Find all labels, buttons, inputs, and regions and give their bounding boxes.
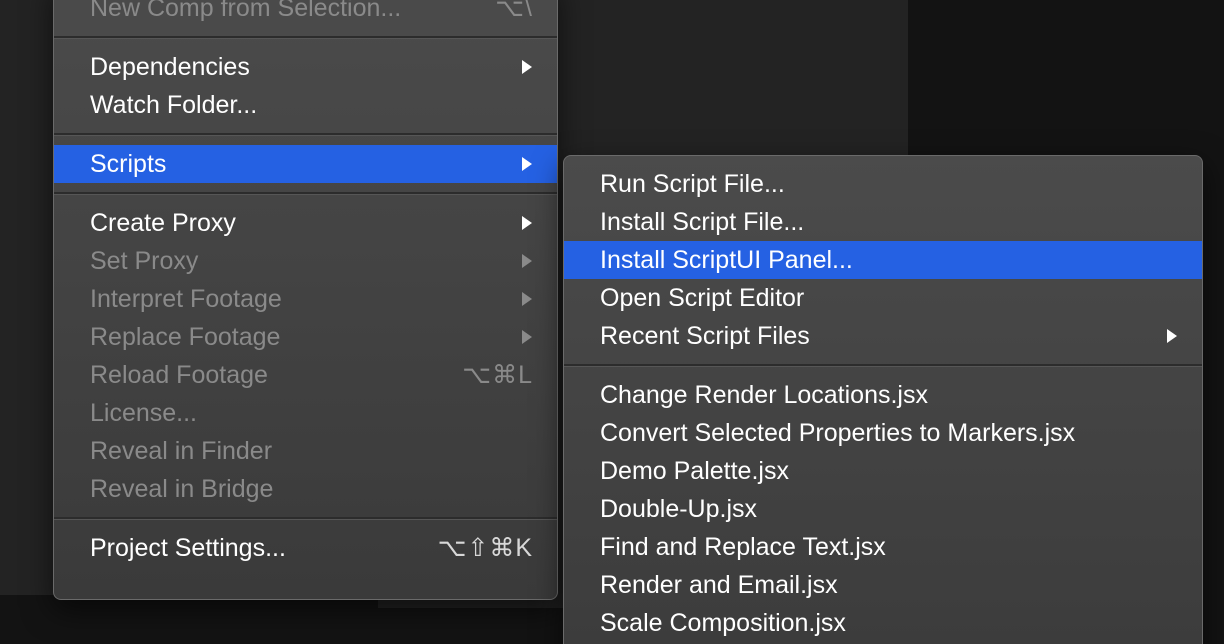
- submenu-item-double-up[interactable]: Double-Up.jsx: [564, 490, 1202, 528]
- submenu-item-convert-selected-properties[interactable]: Convert Selected Properties to Markers.j…: [564, 414, 1202, 452]
- menu-item-label: Reveal in Finder: [90, 437, 533, 466]
- submenu-arrow-icon: [519, 59, 533, 75]
- menu-item-label: Dependencies: [90, 53, 519, 82]
- menu-item-label: Replace Footage: [90, 323, 519, 352]
- menu-item-label: Reload Footage: [90, 361, 462, 390]
- menu-separator: [54, 192, 557, 195]
- menu-item-label: Interpret Footage: [90, 285, 519, 314]
- menu-item-shortcut: ⌥⇧⌘K: [438, 533, 533, 563]
- menu-item-license: License...: [54, 394, 557, 432]
- menu-item-label: Install Script File...: [600, 208, 1178, 237]
- menu-item-reload-footage: Reload Footage ⌥⌘L: [54, 356, 557, 394]
- menu-item-shortcut: ⌥⌘L: [462, 360, 533, 390]
- submenu-item-render-and-email[interactable]: Render and Email.jsx: [564, 566, 1202, 604]
- scripts-submenu[interactable]: Run Script File... Install Script File..…: [563, 155, 1203, 644]
- menu-item-label: Run Script File...: [600, 170, 1178, 199]
- file-menu[interactable]: New Comp from Selection... ⌥\ Dependenci…: [53, 0, 558, 600]
- menu-item-label: Create Proxy: [90, 209, 519, 238]
- menu-item-label: Set Proxy: [90, 247, 519, 276]
- menu-separator: [54, 36, 557, 39]
- submenu-item-change-render-locations[interactable]: Change Render Locations.jsx: [564, 376, 1202, 414]
- submenu-item-run-script-file[interactable]: Run Script File...: [564, 165, 1202, 203]
- menu-item-project-settings[interactable]: Project Settings... ⌥⇧⌘K: [54, 529, 557, 567]
- menu-item-label: Scripts: [90, 150, 519, 179]
- menu-item-label: Recent Script Files: [600, 322, 1164, 351]
- menu-item-set-proxy: Set Proxy: [54, 242, 557, 280]
- submenu-arrow-icon: [519, 215, 533, 231]
- menu-item-label: Demo Palette.jsx: [600, 457, 1178, 486]
- menu-item-shortcut: ⌥\: [495, 0, 533, 23]
- menu-separator: [54, 517, 557, 520]
- menu-item-label: Find and Replace Text.jsx: [600, 533, 1178, 562]
- menu-item-label: Watch Folder...: [90, 91, 533, 120]
- menu-item-dependencies[interactable]: Dependencies: [54, 48, 557, 86]
- submenu-item-scale-composition[interactable]: Scale Composition.jsx: [564, 604, 1202, 642]
- submenu-item-open-script-editor[interactable]: Open Script Editor: [564, 279, 1202, 317]
- submenu-arrow-icon: [519, 156, 533, 172]
- menu-separator: [564, 364, 1202, 367]
- menu-item-reveal-in-finder: Reveal in Finder: [54, 432, 557, 470]
- submenu-arrow-icon: [519, 329, 533, 345]
- menu-item-label: Project Settings...: [90, 534, 438, 563]
- menu-item-scripts[interactable]: Scripts: [54, 145, 557, 183]
- menu-item-label: Open Script Editor: [600, 284, 1178, 313]
- menu-item-new-comp-from-selection: New Comp from Selection... ⌥\: [54, 0, 557, 27]
- menu-item-label: License...: [90, 399, 533, 428]
- submenu-arrow-icon: [519, 291, 533, 307]
- submenu-item-find-and-replace-text[interactable]: Find and Replace Text.jsx: [564, 528, 1202, 566]
- menu-item-label: Install ScriptUI Panel...: [600, 246, 1178, 275]
- menu-item-label: Double-Up.jsx: [600, 495, 1178, 524]
- menu-item-create-proxy[interactable]: Create Proxy: [54, 204, 557, 242]
- menu-item-label: New Comp from Selection...: [90, 0, 495, 23]
- menu-item-interpret-footage: Interpret Footage: [54, 280, 557, 318]
- submenu-item-demo-palette[interactable]: Demo Palette.jsx: [564, 452, 1202, 490]
- submenu-item-recent-script-files[interactable]: Recent Script Files: [564, 317, 1202, 355]
- menu-item-replace-footage: Replace Footage: [54, 318, 557, 356]
- menu-item-label: Scale Composition.jsx: [600, 609, 1178, 638]
- menu-separator: [54, 133, 557, 136]
- menu-item-label: Render and Email.jsx: [600, 571, 1178, 600]
- menu-item-label: Change Render Locations.jsx: [600, 381, 1178, 410]
- submenu-arrow-icon: [1164, 328, 1178, 344]
- submenu-arrow-icon: [519, 253, 533, 269]
- menu-item-label: Reveal in Bridge: [90, 475, 533, 504]
- menu-item-label: Convert Selected Properties to Markers.j…: [600, 419, 1178, 448]
- menu-item-reveal-in-bridge: Reveal in Bridge: [54, 470, 557, 508]
- submenu-item-install-scriptui-panel[interactable]: Install ScriptUI Panel...: [564, 241, 1202, 279]
- menu-item-watch-folder[interactable]: Watch Folder...: [54, 86, 557, 124]
- submenu-item-install-script-file[interactable]: Install Script File...: [564, 203, 1202, 241]
